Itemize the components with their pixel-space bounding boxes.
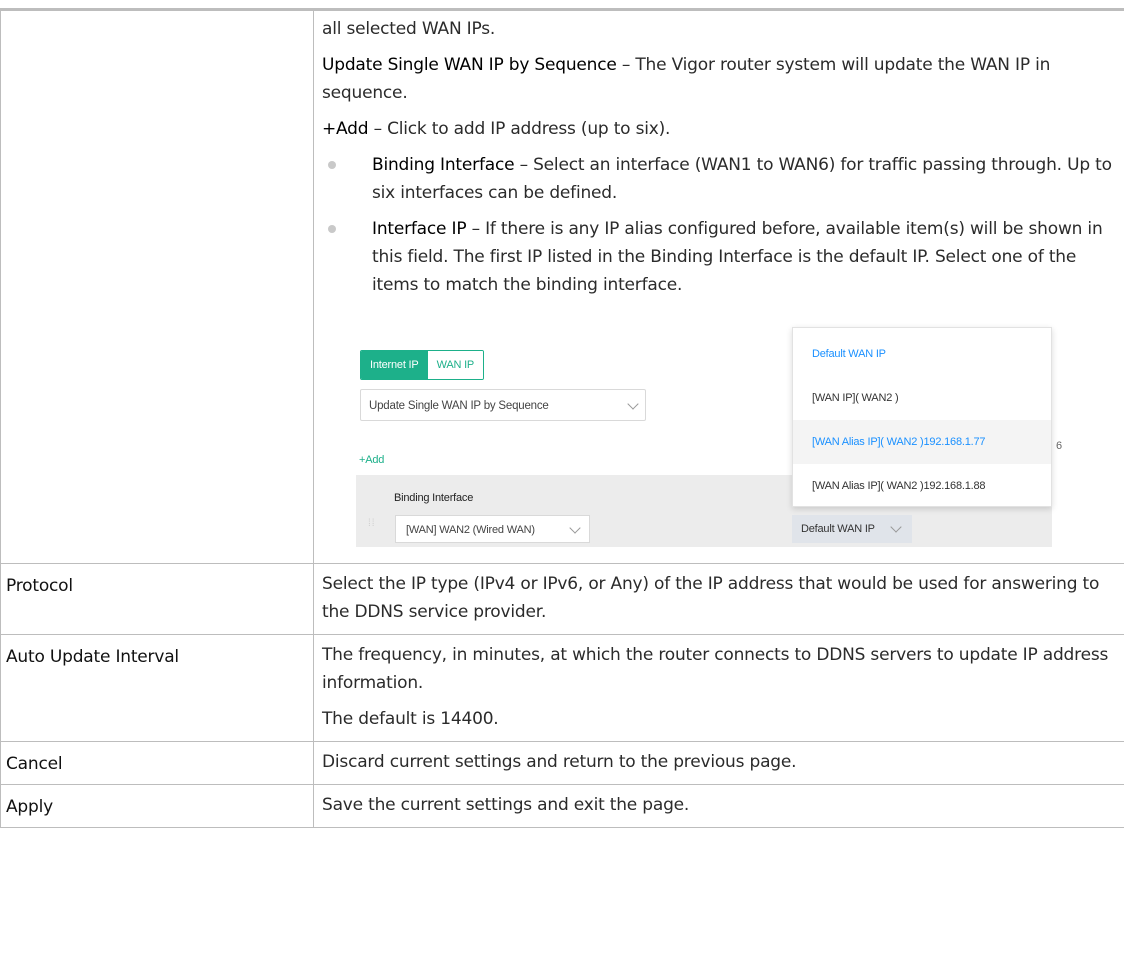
bullet-item: Interface IP – If there is any IP alias …	[322, 215, 1112, 299]
empty-label-cell	[0, 8, 314, 564]
binding-interface-select[interactable]: [WAN] WAN2 (Wired WAN)	[395, 515, 590, 543]
embedded-screenshot: Internet IP WAN IP Update Single WAN IP …	[322, 315, 1062, 563]
term: Interface IP	[372, 219, 467, 239]
term-desc: – Click to add IP address (up to six).	[368, 119, 671, 139]
description-cell: The frequency, in minutes, at which the …	[313, 634, 1124, 742]
paragraph-add: +Add – Click to add IP address (up to si…	[322, 115, 1112, 143]
binding-interface-header: Binding Interface	[394, 492, 474, 504]
description-cell: all selected WAN IPs. Update Single WAN …	[313, 8, 1124, 564]
bullet-dot-icon	[328, 225, 336, 233]
select-value: Update Single WAN IP by Sequence	[369, 400, 549, 412]
add-link[interactable]: +Add	[359, 452, 384, 468]
term: Binding Interface	[372, 155, 515, 175]
tab-wan-ip[interactable]: WAN IP	[427, 351, 484, 379]
table-row: Apply Save the current settings and exit…	[0, 784, 1124, 828]
parameter-table: all selected WAN IPs. Update Single WAN …	[0, 8, 1124, 828]
select-value: [WAN] WAN2 (Wired WAN)	[406, 524, 535, 536]
bullet-item: Binding Interface – Select an interface …	[322, 151, 1112, 207]
tab-internet-ip[interactable]: Internet IP	[361, 351, 428, 379]
text-line: The default is 14400.	[322, 709, 499, 729]
description-cell: Select the IP type (IPv4 or IPv6, or Any…	[313, 563, 1124, 635]
term: Update Single WAN IP by Sequence	[322, 55, 617, 75]
text-line: Select the IP type (IPv4 or IPv6, or Any…	[322, 574, 1100, 622]
row-label: Apply	[0, 784, 314, 828]
row-label: Cancel	[0, 741, 314, 785]
description-cell: Discard current settings and return to t…	[313, 741, 1124, 785]
paragraph-sequence: Update Single WAN IP by Sequence – The V…	[322, 51, 1112, 107]
select-value: Default WAN IP	[801, 523, 875, 535]
description-cell: Save the current settings and exit the p…	[313, 784, 1124, 828]
update-mode-select[interactable]: Update Single WAN IP by Sequence	[360, 389, 646, 421]
term: +Add	[322, 119, 369, 139]
table-row: Cancel Discard current settings and retu…	[0, 741, 1124, 785]
table-row: all selected WAN IPs. Update Single WAN …	[0, 8, 1124, 564]
text-line: Save the current settings and exit the p…	[322, 795, 690, 815]
text-line: The frequency, in minutes, at which the …	[322, 645, 1109, 693]
chevron-down-icon	[890, 521, 902, 533]
chevron-down-icon	[569, 522, 581, 534]
dropdown-option[interactable]: [WAN Alias IP]( WAN2 )192.168.1.88	[793, 464, 1051, 508]
row-label: Protocol	[0, 563, 314, 635]
dropdown-option[interactable]: [WAN IP]( WAN2 )	[793, 376, 1051, 420]
table-row: Auto Update Interval The frequency, in m…	[0, 634, 1124, 742]
chevron-down-icon	[627, 398, 639, 410]
bullet-dot-icon	[328, 161, 336, 169]
row-label: Auto Update Interval	[0, 634, 314, 742]
interface-ip-dropdown: Default WAN IP [WAN IP]( WAN2 ) [WAN Ali…	[792, 327, 1052, 507]
text-line: all selected WAN IPs.	[322, 19, 496, 39]
term-desc: – If there is any IP alias configured be…	[372, 219, 1103, 295]
counter-fragment: 6	[1056, 440, 1062, 452]
ip-type-toggle[interactable]: Internet IP WAN IP	[360, 350, 485, 380]
interface-ip-select[interactable]: Default WAN IP	[792, 515, 912, 543]
drag-handle-icon[interactable]: ⁞⁞	[368, 519, 376, 539]
text-line: Discard current settings and return to t…	[322, 752, 797, 772]
dropdown-option[interactable]: [WAN Alias IP]( WAN2 )192.168.1.77	[793, 420, 1051, 464]
dropdown-option[interactable]: Default WAN IP	[793, 332, 1051, 376]
table-row: Protocol Select the IP type (IPv4 or IPv…	[0, 563, 1124, 635]
